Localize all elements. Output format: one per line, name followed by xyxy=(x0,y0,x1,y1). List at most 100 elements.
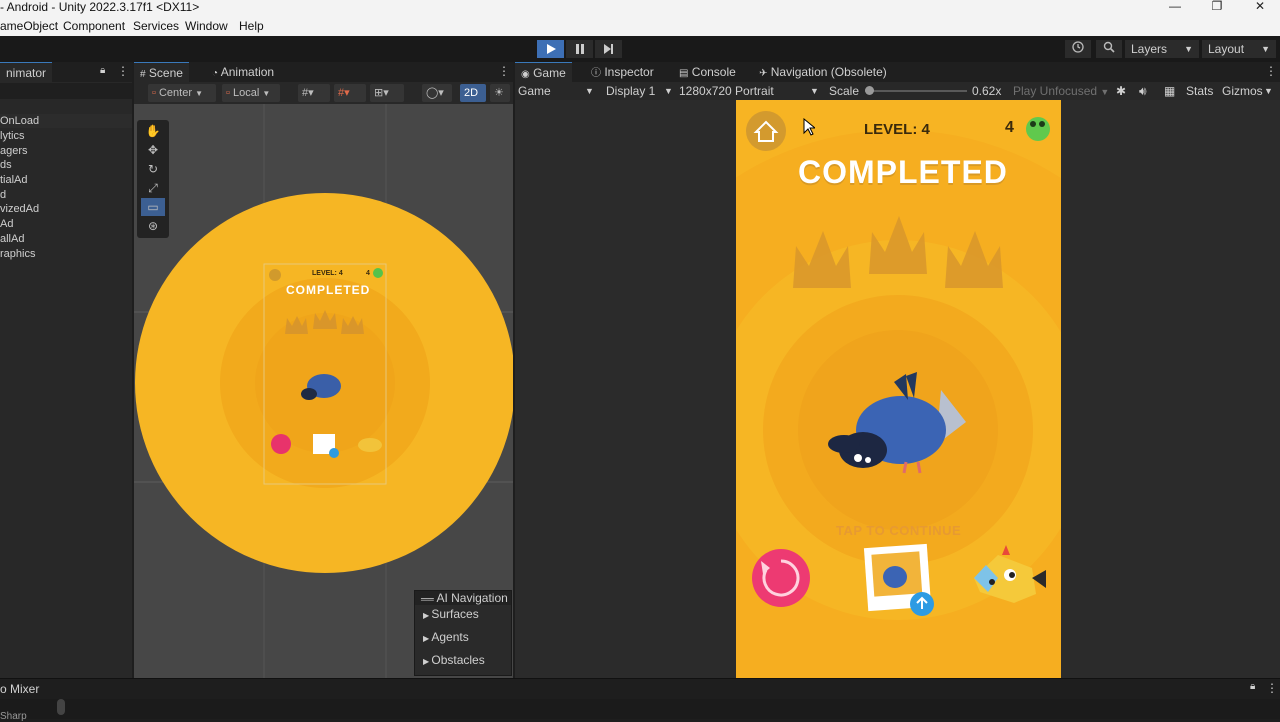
transform-tool[interactable]: ⊛ xyxy=(141,217,165,235)
hand-tool[interactable]: ✋ xyxy=(141,122,165,140)
home-icon xyxy=(269,269,281,281)
scene-tools: ✋ ✥ ↻ ⤢ ▭ ⊛ xyxy=(137,120,169,238)
scene-coin-count: 4 xyxy=(366,270,370,277)
hierarchy-search-input[interactable] xyxy=(0,83,132,99)
ai-navigation-agents[interactable]: ▶ Agents xyxy=(423,630,469,644)
drag-handle-icon[interactable]: ══ xyxy=(421,594,434,604)
tab-console[interactable]: ▤ Console xyxy=(673,62,742,82)
speaker-icon[interactable]: 🔊︎ xyxy=(1139,83,1147,99)
more-menu-icon[interactable]: ⋮ xyxy=(1266,681,1278,695)
increment-snap-icon: ⊞▾ xyxy=(374,87,389,99)
tab-animator[interactable]: nimator xyxy=(0,62,53,82)
close-button[interactable]: ✕ xyxy=(1240,0,1280,14)
move-tool[interactable]: ✥ xyxy=(141,141,165,159)
rect-icon: ▭ xyxy=(147,200,159,214)
mouse-cursor-icon xyxy=(803,118,815,136)
menu-help[interactable]: Help xyxy=(239,19,264,33)
menu-component[interactable]: Component xyxy=(63,19,125,33)
rotate-tool[interactable]: ↻ xyxy=(141,160,165,178)
footer-label: Sharp xyxy=(0,711,27,722)
tab-navigation[interactable]: ✈ Navigation (Obsolete) xyxy=(753,62,893,82)
resolution-dropdown[interactable]: 1280x720 Portrait xyxy=(679,83,774,99)
bug-icon[interactable]: ✱ xyxy=(1116,83,1126,99)
lock-icon[interactable]: 🔒︎ xyxy=(1250,681,1255,692)
scale-slider[interactable] xyxy=(865,86,967,95)
search-button[interactable] xyxy=(1096,40,1122,58)
hierarchy-item[interactable]: agers xyxy=(0,144,28,158)
lighting-toggle[interactable]: ☀ xyxy=(490,84,510,102)
stats-icon[interactable]: ▦ xyxy=(1164,83,1175,99)
layers-label: Layers xyxy=(1131,42,1168,56)
grid-visibility-button[interactable]: #▾ xyxy=(334,84,366,102)
tab-inspector[interactable]: ⓘ Inspector xyxy=(585,62,660,82)
grid-visibility-icon: #▾ xyxy=(338,87,350,99)
hierarchy-item[interactable]: allAd xyxy=(0,232,24,246)
window-title: - Android - Unity 2022.3.17f1 <DX11> xyxy=(0,0,200,14)
menu-gameobject[interactable]: ameObject xyxy=(0,19,58,33)
grid-snap-button[interactable]: #▾ xyxy=(298,84,330,102)
2d-toggle[interactable]: 2D xyxy=(460,84,486,102)
ai-navigation-surfaces[interactable]: ▶ Surfaces xyxy=(423,607,479,621)
history-button[interactable] xyxy=(1065,40,1091,58)
increment-snap-button[interactable]: ⊞▾ xyxy=(370,84,404,102)
info-icon: ⓘ xyxy=(591,68,601,79)
chevron-down-icon: ▼ xyxy=(585,86,594,96)
step-button[interactable] xyxy=(595,40,622,58)
pivot-dropdown[interactable]: ▫ Center ▼ xyxy=(148,84,216,102)
space-dropdown[interactable]: ▫ Local ▼ xyxy=(222,84,280,102)
pivot-label: Center xyxy=(158,87,192,99)
hierarchy-item[interactable]: lytics xyxy=(0,129,24,143)
restore-button[interactable]: ❐ xyxy=(1197,0,1237,14)
tab-animation[interactable]: ◔ Animation xyxy=(206,62,280,82)
hierarchy-tabrow: nimator 🔒︎ ⋮ xyxy=(0,62,132,82)
ai-navigation-title-label: AI Navigation xyxy=(436,591,508,605)
menu-services[interactable]: Services xyxy=(133,19,179,33)
rect-tool[interactable]: ▭ xyxy=(141,198,165,216)
level-label: LEVEL: 4 xyxy=(864,121,930,138)
layers-dropdown[interactable]: Layers ▼ xyxy=(1125,40,1199,58)
hierarchy-item[interactable]: Ad xyxy=(0,217,13,231)
hierarchy-item[interactable]: vizedAd xyxy=(0,202,39,216)
tab-scene[interactable]: # Scene xyxy=(134,62,189,82)
scale-value: 0.62x xyxy=(972,84,1002,98)
layout-dropdown[interactable]: Layout ▼ xyxy=(1202,40,1276,58)
scale-slider-thumb[interactable] xyxy=(865,86,874,95)
vertical-slider[interactable] xyxy=(57,699,65,715)
tap-to-continue-label[interactable]: TAP TO CONTINUE xyxy=(836,523,961,538)
hierarchy-item[interactable]: d xyxy=(0,188,6,202)
tab-audio-mixer[interactable]: o Mixer xyxy=(0,682,39,696)
coin-icon xyxy=(1026,117,1050,141)
tab-console-label: Console xyxy=(691,65,736,79)
coin-icon xyxy=(373,268,383,278)
scale-tool[interactable]: ⤢ xyxy=(141,179,165,197)
hierarchy-item[interactable]: tialAd xyxy=(0,173,28,187)
hierarchy-item[interactable]: raphics xyxy=(0,247,35,261)
view-dropdown[interactable]: Game xyxy=(518,83,551,99)
animation-icon: ◔ xyxy=(212,68,219,79)
stats-button[interactable]: Stats xyxy=(1186,83,1213,99)
game-view[interactable]: LEVEL: 4 4 COMPLETED TAP TO CONTINUE xyxy=(736,100,1061,678)
display-dropdown[interactable]: Display 1 xyxy=(606,83,655,99)
more-menu-icon[interactable]: ⋮ xyxy=(117,64,129,78)
draw-mode-button[interactable]: ◯▾ xyxy=(422,84,452,102)
hierarchy-item[interactable]: ds xyxy=(0,158,12,172)
menu-window[interactable]: Window xyxy=(185,19,228,33)
grid-icon: # xyxy=(140,69,146,80)
play-button[interactable] xyxy=(537,40,564,58)
hierarchy-item[interactable]: OnLoad xyxy=(0,114,132,128)
ai-navigation-obstacles[interactable]: ▶ Obstacles xyxy=(423,653,485,667)
tab-animation-label: Animation xyxy=(220,65,275,79)
play-mode-label: Play Unfocused xyxy=(1013,84,1098,98)
ai-navigation-surfaces-label: Surfaces xyxy=(431,607,479,621)
coin-count: 4 xyxy=(1005,119,1014,136)
lock-icon[interactable]: 🔒︎ xyxy=(100,65,105,76)
tab-game[interactable]: ◉ Game xyxy=(515,62,572,82)
console-icon: ▤ xyxy=(679,68,689,79)
play-mode-dropdown[interactable]: Play Unfocused ▼ xyxy=(1013,83,1109,100)
pause-button[interactable] xyxy=(566,40,593,58)
gizmos-button[interactable]: Gizmos xyxy=(1222,83,1263,99)
more-menu-icon[interactable]: ⋮ xyxy=(498,64,510,78)
tab-scene-label: Scene xyxy=(148,66,183,80)
more-menu-icon[interactable]: ⋮ xyxy=(1265,64,1277,78)
minimize-button[interactable]: — xyxy=(1155,0,1195,14)
